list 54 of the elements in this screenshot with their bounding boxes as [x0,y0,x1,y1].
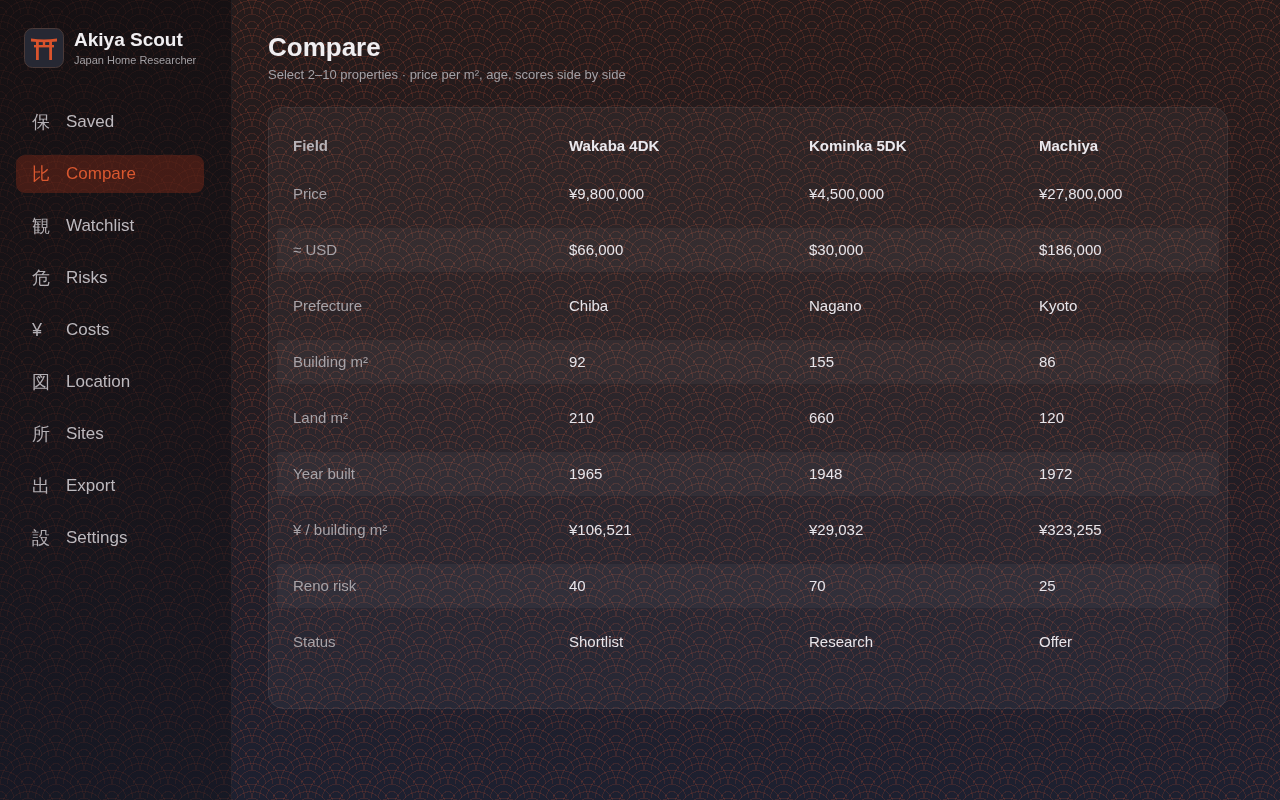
column-header: Kominka 5DK [808,136,908,156]
table-cell-text: 1965 [568,464,604,484]
page-subtitle: Select 2–10 properties · price per m², age, scores side by side [268,66,626,83]
row-label: Status [292,632,337,652]
table-cell-text: ¥9,800,000 [568,184,646,204]
page-title: Compare [268,32,381,62]
table-cell-text: $66,000 [568,240,625,260]
table-cell-text: 155 [808,352,836,372]
table-cell-text: Chiba [568,296,610,316]
nav-item[interactable]: 出 Export [16,467,204,505]
row-label: Price [292,184,329,204]
nav-item[interactable]: 保 Saved [16,103,204,141]
table-cell-text: ¥27,800,000 [1038,184,1124,204]
table-cell-text: ¥4,500,000 [808,184,886,204]
table-cell-text: 1972 [1038,464,1074,484]
app-name: Akiya Scout [74,29,184,51]
nav-item[interactable]: 図 Location [16,363,204,401]
table-cell-text: ¥106,521 [568,520,633,540]
table-cell-text: $30,000 [808,240,865,260]
table-cell-text: Offer [1038,632,1074,652]
row-label: ¥ / building m² [292,520,389,540]
nav-item[interactable]: 比 Compare [16,155,204,193]
table-cell-text: Research [808,632,875,652]
app-tagline: Japan Home Researcher [74,54,197,67]
row-label: Building m² [292,352,370,372]
table-cell-text: 1948 [808,464,844,484]
row-label: Year built [292,464,356,484]
nav-item[interactable]: 危 Risks [16,259,204,297]
table-cell-text: 210 [568,408,596,428]
row-label: ≈ USD [292,240,339,260]
column-header: Field [292,136,329,156]
table-cell-text: 92 [568,352,587,372]
column-header: Wakaba 4DK [568,136,661,156]
table-cell-text: ¥323,255 [1038,520,1103,540]
table-cell-text: 70 [808,576,827,596]
table-cell-text: 40 [568,576,587,596]
column-header: Machiya [1038,136,1100,156]
table-cell-text: $186,000 [1038,240,1103,260]
row-label: Land m² [292,408,350,428]
table-cell-text: ¥29,032 [808,520,865,540]
torii-gate-icon [24,28,64,68]
row-label: Prefecture [292,296,364,316]
nav-item[interactable]: ¥ Costs [16,311,204,349]
nav-item[interactable]: 設 Settings [16,519,204,557]
row-label: Reno risk [292,576,358,596]
table-cell-text: Nagano [808,296,863,316]
table-cell-text: 120 [1038,408,1066,428]
table-cell-text: Shortlist [568,632,625,652]
table-cell-text: 86 [1038,352,1057,372]
table-cell-text: 660 [808,408,836,428]
table-cell-text: 25 [1038,576,1057,596]
nav-item[interactable]: 観 Watchlist [16,207,204,245]
nav-item[interactable]: 所 Sites [16,415,204,453]
table-cell-text: Kyoto [1038,296,1079,316]
